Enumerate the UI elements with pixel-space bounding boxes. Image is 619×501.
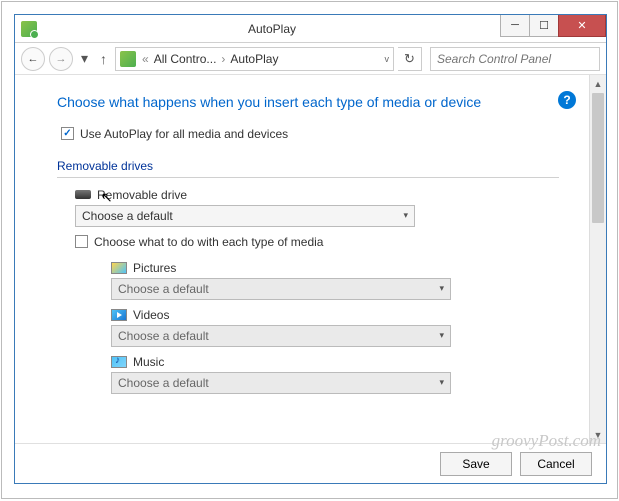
chevron-down-icon: ▾ [403, 210, 408, 221]
combo-value: Choose a default [118, 376, 209, 390]
autoplay-system-icon [21, 21, 37, 37]
scroll-thumb[interactable] [592, 93, 604, 223]
save-button[interactable]: Save [440, 452, 512, 476]
forward-button: → [49, 47, 73, 71]
music-label: Music [133, 355, 164, 369]
videos-icon [111, 309, 127, 321]
footer-bar: Save Cancel [15, 443, 606, 483]
combo-value: Choose a default [118, 282, 209, 296]
use-autoplay-label: Use AutoPlay for all media and devices [80, 127, 288, 141]
cancel-button[interactable]: Cancel [520, 452, 592, 476]
chevron-down-icon: ▾ [439, 377, 444, 388]
page-heading: Choose what happens when you insert each… [57, 93, 497, 113]
removable-drive-combo[interactable]: Choose a default ▾ [75, 205, 415, 227]
address-bar[interactable]: « All Contro... › AutoPlay v [115, 47, 394, 71]
combo-value: Choose a default [82, 209, 173, 223]
help-icon[interactable]: ? [558, 91, 576, 109]
window-title: AutoPlay [43, 22, 501, 36]
content-pane: ? Choose what happens when you insert ea… [15, 75, 589, 443]
pictures-combo: Choose a default ▾ [111, 278, 451, 300]
music-combo: Choose a default ▾ [111, 372, 451, 394]
scroll-down-icon[interactable]: ▼ [590, 426, 606, 443]
chevron-down-icon: ▾ [439, 330, 444, 341]
address-dropdown-icon[interactable]: v [381, 54, 394, 64]
breadcrumb-leaf[interactable]: AutoPlay [227, 52, 281, 66]
combo-value: Choose a default [118, 329, 209, 343]
breadcrumb-root[interactable]: All Contro... [151, 52, 220, 66]
minimize-button[interactable]: ─ [500, 15, 530, 37]
up-button[interactable]: ↑ [96, 51, 111, 67]
maximize-button[interactable]: ☐ [529, 15, 559, 37]
drive-icon [75, 190, 91, 199]
chevron-right-icon[interactable]: › [219, 52, 227, 66]
pictures-label: Pictures [133, 261, 176, 275]
back-button[interactable]: ← [21, 47, 45, 71]
music-icon [111, 356, 127, 368]
breadcrumb-sep-icon: « [140, 52, 151, 66]
titlebar: AutoPlay ─ ☐ ✕ [15, 15, 606, 43]
section-removable-drives: Removable drives [57, 159, 559, 175]
close-button[interactable]: ✕ [558, 15, 606, 37]
videos-combo: Choose a default ▾ [111, 325, 451, 347]
choose-each-type-label: Choose what to do with each type of medi… [94, 235, 323, 249]
location-icon [120, 51, 136, 67]
choose-each-type-checkbox[interactable] [75, 235, 88, 248]
chevron-down-icon: ▾ [439, 283, 444, 294]
autoplay-window: AutoPlay ─ ☐ ✕ ← → ▾ ↑ « All Contro... ›… [14, 14, 607, 484]
removable-drive-label: Removable drive [97, 188, 187, 202]
navigation-bar: ← → ▾ ↑ « All Contro... › AutoPlay v ↻ [15, 43, 606, 75]
use-autoplay-checkbox[interactable] [61, 127, 74, 140]
divider [57, 177, 559, 178]
pictures-icon [111, 262, 127, 274]
search-box[interactable] [430, 47, 600, 71]
refresh-button[interactable]: ↻ [398, 47, 422, 71]
vertical-scrollbar[interactable]: ▲ ▼ [589, 75, 606, 443]
scroll-up-icon[interactable]: ▲ [590, 75, 606, 92]
search-input[interactable] [437, 52, 593, 66]
videos-label: Videos [133, 308, 169, 322]
recent-dropdown-icon[interactable]: ▾ [77, 50, 92, 67]
